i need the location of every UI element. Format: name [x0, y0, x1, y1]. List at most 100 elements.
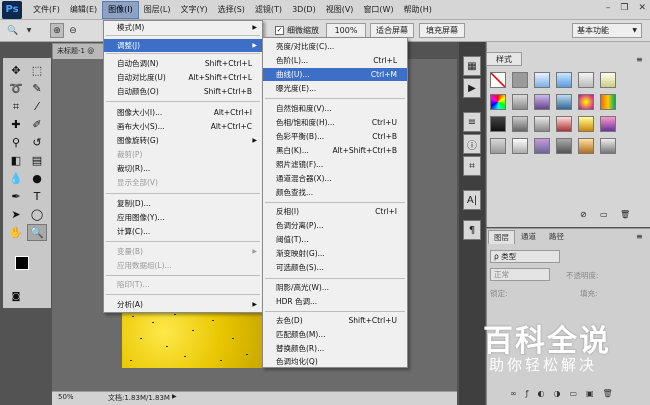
menu-item-auto-contrast[interactable]: 自动对比度(U) Alt+Shift+Ctrl+L [104, 71, 262, 84]
gradient-tool-icon[interactable]: ▤ [27, 152, 47, 169]
type-tool-icon[interactable]: T [27, 188, 47, 205]
minimize-icon[interactable]: – [606, 3, 611, 13]
tab-styles[interactable]: 样式 [486, 52, 522, 66]
menu-item-channel-mixer[interactable]: 通道混合器(X)... [263, 172, 407, 185]
properties-panel-icon[interactable]: ≡ [463, 112, 481, 132]
menu-item-exposure[interactable]: 曝光度(E)... [263, 82, 407, 95]
menu-item-color-balance[interactable]: 色彩平衡(B)... Ctrl+B [263, 130, 407, 143]
menu-layer[interactable]: 图层(L) [139, 1, 176, 19]
pen-tool-icon[interactable]: ✒ [6, 188, 26, 205]
actual-pixels-button[interactable]: 100% [326, 23, 366, 38]
menu-item-selective-color[interactable]: 可选颜色(S)... [263, 261, 407, 274]
path-select-tool-icon[interactable]: ➤ [6, 206, 26, 223]
ellipse-tool-icon[interactable]: ◯ [27, 206, 47, 223]
move-tool-icon[interactable]: ✥ [6, 62, 26, 79]
menu-item-levels[interactable]: 色阶(L)... Ctrl+L [263, 54, 407, 67]
menu-item-analysis[interactable]: 分析(A) ▶ [104, 298, 262, 311]
menu-item-posterize[interactable]: 色调分离(P)... [263, 219, 407, 232]
paragraph-panel-icon[interactable]: ¶ [463, 220, 481, 240]
style-swatch[interactable] [578, 138, 594, 154]
menu-file[interactable]: 文件(F) [28, 1, 65, 19]
actions-panel-icon[interactable]: ▶ [463, 78, 481, 98]
style-swatch[interactable] [556, 72, 572, 88]
menu-item-auto-color[interactable]: 自动颜色(O) Shift+Ctrl+B [104, 85, 262, 98]
eyedropper-tool-icon[interactable]: ⁄ [27, 98, 47, 115]
panel-menu-icon[interactable]: ≡ [636, 55, 643, 64]
menu-item-photo-filter[interactable]: 照片滤镜(F)... [263, 158, 407, 171]
menu-item-trap[interactable]: 陷印(T)... [104, 278, 262, 291]
menu-item-mode[interactable]: 模式(M) ▶ [104, 21, 262, 34]
menu-help[interactable]: 帮助(H) [399, 1, 437, 19]
chevron-down-icon[interactable]: ▼ [22, 23, 36, 38]
menu-item-image-rotation[interactable]: 图像旋转(G) ▶ [104, 134, 262, 147]
crop-tool-icon[interactable]: ⌗ [6, 98, 26, 115]
layers-footer-icons[interactable]: ∞ƒ◐◑▭▣🗑 [510, 389, 622, 398]
triangle-right-icon[interactable]: ▶ [172, 393, 177, 400]
tab-channels[interactable]: 通道 [516, 230, 541, 244]
menu-item-trim[interactable]: 裁切(R)... [104, 162, 262, 175]
style-swatch[interactable] [534, 138, 550, 154]
style-swatch[interactable] [556, 138, 572, 154]
style-swatch[interactable] [512, 138, 528, 154]
style-swatch[interactable] [600, 116, 616, 132]
style-swatch[interactable] [490, 94, 506, 110]
style-swatch[interactable] [556, 116, 572, 132]
zoom-out-icon[interactable]: ⊖ [66, 23, 80, 38]
brush-tool-icon[interactable]: ✐ [27, 116, 47, 133]
menu-image[interactable]: 图像(I) [102, 0, 139, 19]
style-swatch[interactable] [490, 116, 506, 132]
menu-item-canvas-size[interactable]: 画布大小(S)... Alt+Ctrl+C [104, 120, 262, 133]
menu-item-curves[interactable]: 曲线(U)... Ctrl+M [263, 68, 407, 81]
style-swatch[interactable] [578, 72, 594, 88]
menu-select[interactable]: 选择(S) [213, 1, 250, 19]
style-swatch[interactable] [534, 94, 550, 110]
style-swatch[interactable] [512, 116, 528, 132]
menu-item-replace-color[interactable]: 替换颜色(R)... [263, 342, 407, 355]
eraser-tool-icon[interactable]: ◧ [6, 152, 26, 169]
foreground-color-swatch[interactable] [15, 256, 29, 270]
style-swatch[interactable] [556, 94, 572, 110]
zoom-tool-icon[interactable]: 🔍 [6, 23, 20, 38]
style-swatch[interactable] [490, 138, 506, 154]
blur-tool-icon[interactable]: 💧 [6, 170, 26, 187]
menu-filter[interactable]: 滤镜(T) [250, 1, 287, 19]
menu-item-image-size[interactable]: 图像大小(I)... Alt+Ctrl+I [104, 106, 262, 119]
style-swatch[interactable] [600, 138, 616, 154]
zoom-tool-icon[interactable]: 🔍 [27, 224, 47, 241]
healing-brush-tool-icon[interactable]: ✚ [6, 116, 26, 133]
menu-item-vibrance[interactable]: 自然饱和度(V)... [263, 102, 407, 115]
menu-item-match-color[interactable]: 匹配颜色(M)... [263, 328, 407, 341]
menu-item-crop[interactable]: 裁剪(P) [104, 148, 262, 161]
style-swatch[interactable] [490, 72, 506, 88]
zoom-in-icon[interactable]: ⊕ [50, 23, 64, 38]
dodge-tool-icon[interactable]: ● [27, 170, 47, 187]
menu-item-duplicate[interactable]: 复制(D)... [104, 197, 262, 210]
menu-item-apply-data-set[interactable]: 应用数据组(L)... [104, 259, 262, 272]
menu-item-color-lookup[interactable]: 颜色查找... [263, 186, 407, 199]
fit-screen-button[interactable]: 适合屏幕 [370, 23, 414, 38]
close-icon[interactable]: ✕ [638, 3, 646, 13]
style-swatch[interactable] [600, 94, 616, 110]
quick-mask-icon[interactable]: ◙ [6, 288, 26, 305]
marquee-tool-icon[interactable]: ⬚ [27, 62, 47, 79]
menu-item-auto-tone[interactable]: 自动色调(N) Shift+Ctrl+L [104, 57, 262, 70]
menu-item-black-white[interactable]: 黑白(K)... Alt+Shift+Ctrl+B [263, 144, 407, 157]
hand-tool-icon[interactable]: ✋ [6, 224, 26, 241]
lasso-tool-icon[interactable]: ➰ [6, 80, 26, 97]
style-swatch[interactable] [578, 116, 594, 132]
no-style-icon[interactable]: ⊘ [580, 210, 587, 219]
menu-item-equalize[interactable]: 色调均化(Q) [263, 356, 407, 367]
blend-mode-select[interactable]: 正常 [490, 268, 550, 281]
tab-paths[interactable]: 路径 [544, 230, 569, 244]
style-swatch[interactable] [600, 72, 616, 88]
menu-item-hue-saturation[interactable]: 色相/饱和度(H)... Ctrl+U [263, 116, 407, 129]
menu-window[interactable]: 窗口(W) [358, 1, 398, 19]
menu-item-apply-image[interactable]: 应用图像(Y)... [104, 211, 262, 224]
menu-edit[interactable]: 编辑(E) [65, 1, 102, 19]
menu-item-adjustments[interactable]: 调整(J) ▶ [104, 39, 262, 52]
tab-layers[interactable]: 图层 [488, 230, 515, 244]
yellow-image-canvas[interactable] [122, 308, 262, 368]
menu-item-calculations[interactable]: 计算(C)... [104, 225, 262, 238]
new-style-icon[interactable]: ▭ [600, 210, 608, 219]
menu-type[interactable]: 文字(Y) [175, 1, 212, 19]
